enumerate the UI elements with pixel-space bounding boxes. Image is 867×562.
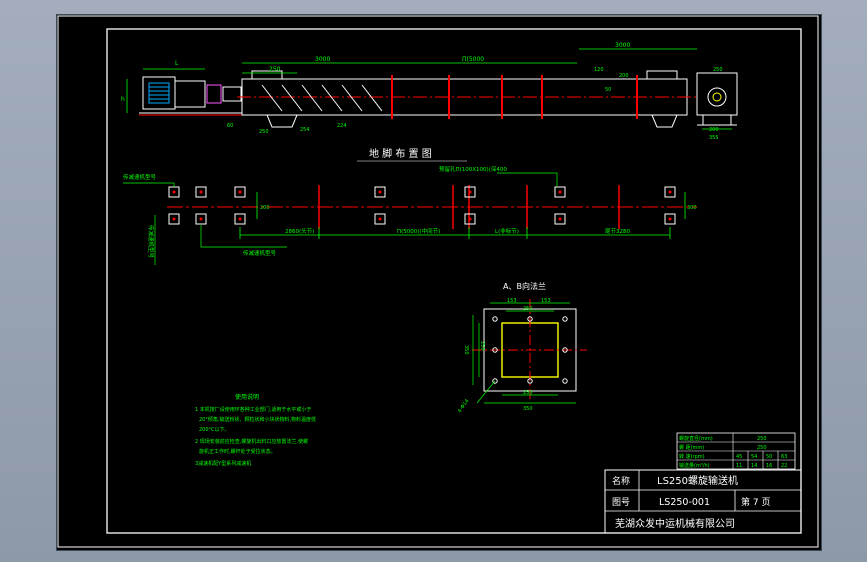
param-table: 螺旋直径(mm) 250 螺 距(mm) 250 转 速(rpm) 45 54 … (676, 432, 796, 470)
notes-line4: 2 现场安装前应检查,螺旋机出料口应放置法兰,使螺 (195, 438, 308, 445)
notes-line6: 3减速机配Y型系列减速机 (195, 460, 251, 467)
usage-notes: 使用说明 1 本机按厂设使用环各种工业部门,适用于水平或小于 20°倾角,输送粉… (195, 393, 316, 467)
layout-title: 地 脚 布 置 图 (369, 147, 432, 160)
title-name-label: 名称 (612, 475, 630, 487)
foundation-plan: 地 脚 布 置 图 预留孔Π(100X100)(深400 传减速机型号 2860… (123, 147, 697, 265)
dim-250: 250 (269, 66, 281, 73)
hole-note: 预留孔Π(100X100)(深400 (439, 165, 507, 173)
seg-middle: Π(5000)(中间节) (397, 227, 440, 235)
param-row3-v3: 50 (766, 454, 772, 460)
tail-end (696, 72, 738, 116)
dim-h: h (121, 96, 125, 103)
flange-title: A、B向法兰 (503, 281, 546, 291)
dim-plan-200: 200 (260, 205, 270, 211)
reducer (174, 80, 206, 108)
title-name-value: LS250螺旋输送机 (657, 474, 738, 487)
anchor-row-bottom (168, 213, 676, 225)
seg-tail: 尾节3280 (605, 227, 630, 235)
flange-dim-350-bottom: 350 (523, 406, 533, 412)
dim-254: 254 (300, 127, 310, 133)
dim-250-c: 250 (713, 67, 723, 73)
flange-dim-250-left: 250 (479, 341, 485, 351)
dim-l: L (175, 60, 179, 67)
flange-dim-350-left: 350 (463, 345, 469, 355)
param-row3-v1: 45 (736, 454, 742, 460)
anchor-row-top (168, 186, 676, 198)
cad-drawing: 3000 250 Π(5000 3000 120 50 200 254 60 2… (57, 15, 819, 548)
conveyor-elevation: 3000 250 Π(5000 3000 120 50 200 254 60 2… (121, 42, 738, 141)
dim-355: 355 (709, 135, 719, 141)
flange-dim-153a: 153 (507, 298, 517, 304)
param-row4-v2: 14 (751, 463, 757, 469)
dim-200-b: 200 (709, 127, 719, 133)
param-row4-v4: 22 (781, 463, 787, 469)
motor (142, 76, 176, 110)
flange-dim-250-bottom: 250 (523, 390, 533, 396)
flange-bolt-spec: 4-Φ14 (457, 398, 471, 414)
param-row2-value: 250 (757, 445, 767, 451)
title-company: 芜湖众发中运机械有限公司 (615, 517, 735, 530)
param-row4-label: 输送量(m³/h) (679, 462, 710, 469)
dim-50: 50 (605, 87, 611, 93)
reducer-label-a: 传减速机型号 (123, 173, 157, 181)
dim-5000: Π(5000 (462, 56, 484, 63)
flange-view: A、B向法兰 153 153 250 350 250 250 350 4-Φ14 (457, 281, 587, 414)
dim-60: 60 (227, 123, 233, 129)
reducer-label-b: 传减速机型号 (147, 225, 155, 259)
notes-line3: 200°C以下。 (199, 427, 230, 433)
flange-dim-153b: 153 (541, 298, 551, 304)
title-code-value: LS250-001 (659, 497, 710, 508)
param-row3-label: 转 速(rpm) (679, 453, 705, 460)
param-row4-v1: 11 (736, 463, 742, 469)
notes-line1: 1 本机按厂设使用环各种工业部门,适用于水平或小于 (195, 406, 311, 413)
param-row3-v2: 54 (751, 454, 757, 460)
notes-title: 使用说明 (235, 393, 259, 401)
seg-nonstd: L(非标节) (495, 227, 519, 235)
screw-flights (261, 84, 383, 112)
dim-224: 224 (337, 123, 347, 129)
seg-head: 2860(头节) (285, 227, 314, 235)
title-code-label: 图号 (612, 497, 630, 508)
flange-dim-250-top: 250 (523, 306, 533, 312)
outlet (266, 114, 298, 128)
drawing-viewport[interactable]: 3000 250 Π(5000 3000 120 50 200 254 60 2… (56, 14, 822, 551)
dim-plan-300: 300 (687, 205, 697, 211)
notes-line2: 20°倾角,输送粉状、颗粒状和小块状物料,物料温度低 (199, 416, 316, 423)
dim-3000-left: 3000 (315, 56, 330, 63)
dim-3000-right: 3000 (615, 42, 630, 49)
param-row3-v4: 63 (781, 454, 787, 460)
title-block: 名称 LS250螺旋输送机 图号 LS250-001 第 7 页 芜湖众发中运机… (604, 469, 802, 534)
dim-200: 200 (619, 73, 629, 79)
param-row2-label: 螺 距(mm) (679, 444, 704, 451)
title-page: 第 7 页 (741, 496, 770, 508)
reducer-label-c: 传减速机型号 (243, 249, 277, 257)
param-row4-v3: 16 (766, 463, 772, 469)
param-row1-label: 螺旋直径(mm) (679, 435, 713, 442)
notes-line5: 旋机正工作时,螺杆处于受拉状态。 (199, 448, 276, 455)
cad-app-window: 3000 250 Π(5000 3000 120 50 200 254 60 2… (0, 0, 867, 562)
dim-250-b: 250 (259, 129, 269, 135)
param-row1-value: 250 (757, 436, 767, 442)
dim-120: 120 (594, 67, 604, 73)
